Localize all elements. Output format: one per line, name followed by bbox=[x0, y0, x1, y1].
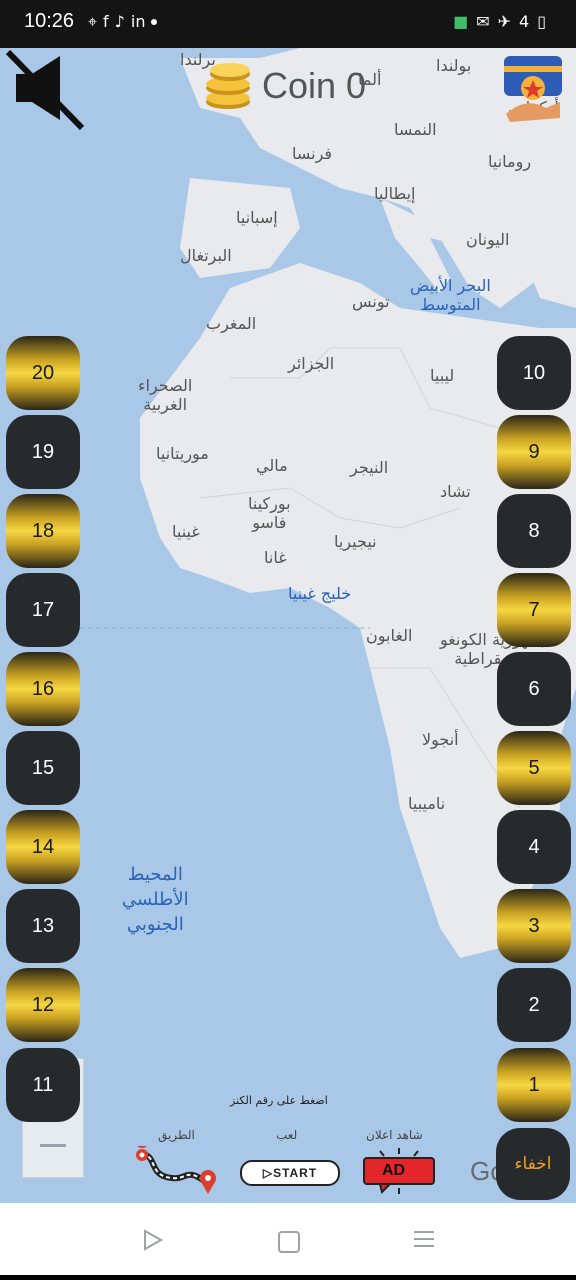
map-label-italy: إيطاليا bbox=[374, 184, 416, 203]
map-label-tunisia: تونس bbox=[352, 292, 390, 311]
map-label-ghana: غانا bbox=[264, 548, 287, 567]
map-label-atl-line3: الجنوبي bbox=[126, 914, 184, 935]
status-left-icons: ⌖ f ♪ in bbox=[88, 12, 158, 32]
map-label-ws-line1: الصحراء bbox=[138, 376, 193, 395]
treasure-hint-text: اضغط على رقم الكنز bbox=[230, 1094, 328, 1107]
level-6-button[interactable]: 6 bbox=[497, 652, 571, 726]
android-nav-bar bbox=[0, 1203, 576, 1275]
level-10-button[interactable]: 10 bbox=[497, 336, 571, 410]
home-icon[interactable] bbox=[278, 1231, 300, 1253]
map-label-western-sahara: الصحراء الغربية bbox=[138, 376, 192, 414]
level-14-button[interactable]: 14 bbox=[6, 810, 80, 884]
map-label-namibia: ناميبيا bbox=[408, 794, 446, 813]
level-9-button[interactable]: 9 bbox=[497, 415, 571, 489]
map-label-med-sea: البحر الأبيض المتوسط bbox=[410, 276, 491, 314]
map-label-med-sea-line2: المتوسط bbox=[420, 295, 481, 314]
back-icon[interactable] bbox=[142, 1229, 164, 1251]
status-right-icons: ■ ✉ ✈ 4 ▯ bbox=[453, 12, 546, 31]
start-button[interactable]: ▷ START bbox=[240, 1160, 340, 1186]
map-label-burkina-faso: بوركينا فاسو bbox=[248, 494, 291, 532]
level-13-button[interactable]: 13 bbox=[6, 889, 80, 963]
map-label-guinea: غينيا bbox=[172, 522, 200, 541]
message-icon: ✉ bbox=[476, 12, 490, 31]
map-label-bf-line1: بوركينا bbox=[248, 494, 291, 513]
tiktok-icon: ♪ bbox=[114, 12, 125, 31]
linkedin-icon: in bbox=[130, 12, 146, 31]
level-17-button[interactable]: 17 bbox=[6, 573, 80, 647]
status-time: 10:26 bbox=[24, 10, 75, 32]
map-label-angola: أنجولا bbox=[422, 730, 459, 749]
map-label-gulf-guinea: خليج غينيا bbox=[288, 584, 352, 603]
level-12-button[interactable]: 12 bbox=[6, 968, 80, 1042]
route-label: الطريق bbox=[158, 1128, 195, 1142]
level-5-button[interactable]: 5 bbox=[497, 731, 571, 805]
level-20-button[interactable]: 20 bbox=[6, 336, 80, 410]
level-11-button[interactable]: 11 bbox=[6, 1048, 80, 1122]
map-label-algeria: الجزائر bbox=[288, 354, 335, 373]
level-8-button[interactable]: 8 bbox=[497, 494, 571, 568]
map-label-romania: رومانيا bbox=[488, 152, 532, 171]
level-16-button[interactable]: 16 bbox=[6, 652, 80, 726]
map-label-med-sea-line1: البحر الأبيض bbox=[410, 276, 491, 295]
play-label: لعب bbox=[276, 1128, 298, 1142]
route-map-icon[interactable] bbox=[128, 1134, 226, 1196]
map-label-bf-line2: فاسو bbox=[252, 513, 287, 532]
map-label-atl-line2: الأطلسي bbox=[122, 889, 189, 910]
coin-value: 0 bbox=[346, 65, 367, 106]
map-label-morocco: المغرب bbox=[206, 314, 257, 333]
map-label-libya: ليبيا bbox=[430, 366, 455, 385]
level-15-button[interactable]: 15 bbox=[6, 731, 80, 805]
map-label-atlantic: المحيط الأطلسي الجنوبي bbox=[122, 862, 189, 937]
reward-card-icon[interactable] bbox=[500, 52, 566, 126]
map-label-gabon: الغابون bbox=[366, 626, 413, 645]
map-label-spain: إسبانيا bbox=[236, 208, 278, 227]
map-label-mauritania: موريتانيا bbox=[156, 444, 209, 463]
zoom-out-icon[interactable] bbox=[40, 1144, 66, 1147]
map-label-mali: مالي bbox=[256, 456, 288, 475]
level-18-button[interactable]: 18 bbox=[6, 494, 80, 568]
level-1-button[interactable]: 1 bbox=[497, 1048, 571, 1122]
signal-icon: 4 bbox=[519, 12, 530, 31]
play-triangle-icon: ▷ bbox=[262, 1166, 274, 1180]
notification-icon: ⌖ bbox=[88, 12, 98, 31]
map-label-greece: اليونان bbox=[466, 230, 510, 249]
airplane-icon: ✈ bbox=[497, 12, 511, 31]
level-2-button[interactable]: 2 bbox=[497, 968, 571, 1042]
recents-icon[interactable] bbox=[414, 1231, 434, 1252]
level-19-button[interactable]: 19 bbox=[6, 415, 80, 489]
coin-label: Coin bbox=[262, 65, 337, 106]
app-icon: ■ bbox=[453, 12, 469, 31]
map-label-poland: بولندا bbox=[436, 56, 472, 75]
coin-stack-icon bbox=[200, 58, 256, 114]
map-land-shapes bbox=[80, 48, 576, 958]
map-label-niger: النيجر bbox=[350, 458, 389, 477]
map-label-france: فرنسا bbox=[292, 144, 333, 163]
status-bar: 10:26 ⌖ f ♪ in ■ ✉ ✈ 4 ▯ bbox=[0, 0, 576, 48]
map-label-nigeria: نيجيريا bbox=[334, 532, 377, 551]
level-3-button[interactable]: 3 bbox=[497, 889, 571, 963]
level-7-button[interactable]: 7 bbox=[497, 573, 571, 647]
map-label-ws-line2: الغربية bbox=[143, 395, 188, 414]
ad-text: AD bbox=[382, 1162, 406, 1179]
facebook-icon: f bbox=[103, 12, 109, 31]
watch-ad-button[interactable]: AD bbox=[360, 1148, 438, 1194]
start-button-text: START bbox=[273, 1166, 318, 1180]
map-label-austria: النمسا bbox=[394, 120, 437, 139]
level-4-button[interactable]: 4 bbox=[497, 810, 571, 884]
watch-ad-label: شاهد اعلان bbox=[366, 1128, 423, 1142]
map-label-portugal: البرتغال bbox=[180, 246, 232, 265]
map-view[interactable]: برلندا ألما بولندا أوكراني النمسا فرنسا … bbox=[0, 48, 576, 1203]
battery-icon: ▯ bbox=[537, 12, 546, 31]
map-label-chad: تشاد bbox=[440, 482, 471, 501]
hide-button[interactable]: اخفاء bbox=[496, 1128, 570, 1200]
coin-counter: Coin 0 bbox=[200, 56, 366, 116]
mute-icon[interactable] bbox=[5, 49, 86, 134]
map-label-atl-line1: المحيط bbox=[127, 864, 183, 885]
status-dot bbox=[151, 19, 158, 25]
bottom-edge bbox=[0, 1275, 576, 1280]
